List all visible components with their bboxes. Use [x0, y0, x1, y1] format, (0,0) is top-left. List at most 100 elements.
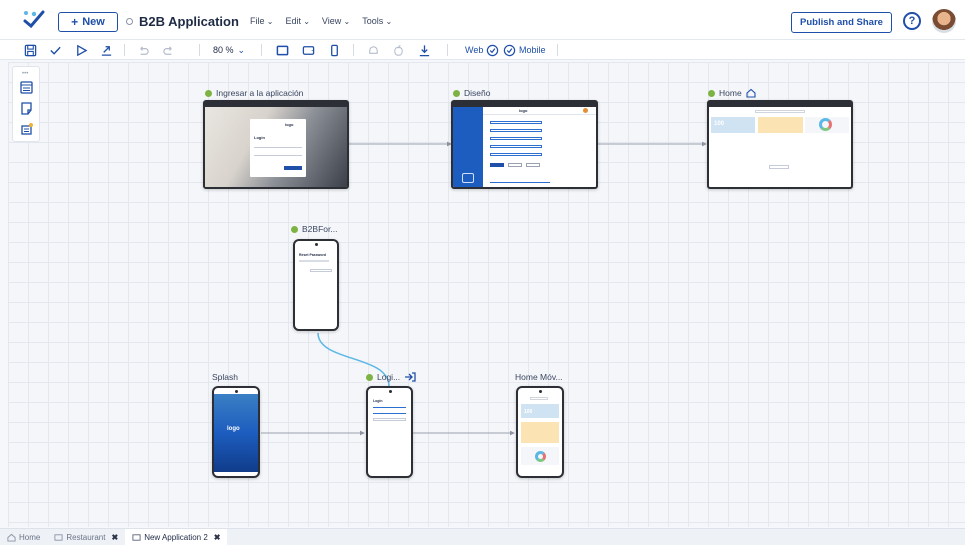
donut-chart-icon [819, 118, 832, 131]
top-header: + New B2B Application File Edit View Too… [0, 0, 965, 40]
home-alert-card [758, 117, 803, 133]
home-icon [7, 533, 16, 542]
tab-new-application-2[interactable]: New Application 2 ✖ [125, 529, 228, 545]
tab-label: New Application 2 [144, 533, 208, 542]
node-status-dot [708, 89, 715, 97]
element-palette: ••• [12, 66, 40, 142]
android-icon[interactable] [367, 43, 380, 57]
zoom-select[interactable]: 80 % ⌄ [213, 43, 245, 57]
app-root: + New B2B Application File Edit View Too… [0, 0, 965, 545]
apple-icon[interactable] [392, 43, 405, 57]
status-dot-icon [126, 18, 133, 25]
phone-view-icon[interactable] [328, 43, 341, 57]
login-card-logo: logo [285, 122, 294, 127]
run-icon[interactable] [75, 43, 88, 57]
toolbar-divider [261, 44, 262, 56]
home-chart-card [805, 117, 849, 133]
diseno-field [490, 129, 542, 132]
login-mobile-title: Login [373, 399, 383, 403]
diseno-field [490, 121, 542, 124]
node-label-login-web[interactable]: Ingresar a la aplicación [205, 88, 303, 98]
close-icon[interactable]: ✖ [111, 533, 118, 542]
splash-logo: logo [227, 426, 240, 432]
download-icon[interactable] [418, 43, 431, 57]
node-splash[interactable]: logo [212, 386, 260, 478]
node-title: Ingresar a la aplicación [216, 88, 304, 98]
node-label-home-mobile[interactable]: Home Móv... [515, 372, 563, 382]
node-label-login-mobile[interactable]: Logi... [366, 372, 416, 382]
undo-icon[interactable] [137, 43, 150, 57]
user-avatar[interactable] [932, 9, 956, 33]
help-icon[interactable]: ? [903, 12, 921, 30]
window-icon [132, 534, 141, 541]
mobile-platform-toggle[interactable]: Mobile [503, 43, 546, 57]
tablet-view-icon[interactable] [302, 43, 315, 57]
password-title: Reset Password [299, 253, 327, 257]
node-label-home[interactable]: Home [708, 88, 756, 98]
node-title: Logi... [377, 372, 401, 382]
node-title: Home [719, 88, 742, 98]
node-diseno[interactable]: logo [451, 100, 598, 189]
save-icon[interactable] [24, 43, 37, 57]
node-b2bfor[interactable]: Reset Password [293, 239, 339, 331]
login-mobile-field [373, 406, 406, 408]
diseno-button [526, 163, 540, 167]
login-mobile-field [373, 412, 406, 414]
publish-and-share-button[interactable]: Publish and Share [791, 12, 892, 33]
node-home[interactable]: 100 [707, 100, 853, 189]
menu-file[interactable]: File [250, 16, 273, 26]
web-panel-icon[interactable] [19, 80, 34, 95]
tab-home[interactable]: Home [0, 529, 47, 545]
node-login-web[interactable]: Login logo [203, 100, 349, 189]
diseno-avatar [583, 108, 588, 113]
app-title: B2B Application [126, 14, 239, 29]
home-mobile-kpi: 100 [524, 409, 533, 415]
login-entry-icon [405, 372, 416, 382]
toolbar-divider [199, 44, 200, 56]
mobile-check-icon [503, 44, 516, 56]
login-field [254, 153, 302, 156]
export-icon[interactable] [100, 43, 113, 57]
donut-chart-icon [535, 451, 546, 462]
node-home-mobile[interactable]: 100 [516, 386, 564, 478]
web-label: Web [465, 45, 484, 55]
document-tabs: Home Restaurant ✖ New Application 2 ✖ [0, 528, 965, 545]
toolbar-divider [447, 44, 448, 56]
drag-handle-icon[interactable]: ••• [22, 71, 28, 77]
menu-tools[interactable]: Tools [362, 16, 392, 26]
redo-icon[interactable] [162, 43, 175, 57]
menu-view[interactable]: View [322, 16, 350, 26]
diseno-button [490, 163, 504, 167]
node-status-dot [453, 89, 460, 97]
node-label-diseno[interactable]: Diseño [453, 88, 490, 98]
home-start-icon [746, 88, 756, 98]
home-kpi-card: 100 [711, 117, 755, 133]
menu-edit[interactable]: Edit [285, 16, 309, 26]
diseno-topbar: logo [483, 107, 596, 115]
home-mobile-searchbar [530, 397, 548, 400]
diseno-field [490, 153, 542, 156]
node-title: B2BFor... [302, 224, 338, 234]
web-platform-toggle[interactable]: Web [465, 43, 499, 57]
document-panel-icon[interactable] [19, 101, 34, 116]
home-mobile-chart-card [521, 447, 559, 465]
login-field [254, 145, 302, 148]
node-login-mobile[interactable]: Login [366, 386, 413, 478]
new-button[interactable]: + New [58, 12, 118, 32]
node-label-b2bfor[interactable]: B2BFor... [291, 224, 337, 234]
node-status-dot [291, 225, 298, 233]
procedure-panel-icon[interactable] [19, 122, 34, 137]
app-logo-icon[interactable] [22, 9, 46, 31]
toolbar: 80 % ⌄ Web Mobile [0, 40, 965, 60]
tab-restaurant[interactable]: Restaurant ✖ [47, 529, 125, 545]
diseno-field [490, 145, 542, 148]
desktop-view-icon[interactable] [276, 43, 289, 57]
app-title-text: B2B Application [139, 14, 239, 29]
node-label-splash[interactable]: Splash [212, 372, 238, 382]
close-icon[interactable]: ✖ [214, 533, 221, 542]
window-icon [54, 534, 63, 541]
check-icon[interactable] [49, 43, 62, 57]
login-card-button [284, 166, 302, 170]
mobile-label: Mobile [519, 45, 546, 55]
diseno-field [490, 137, 542, 140]
